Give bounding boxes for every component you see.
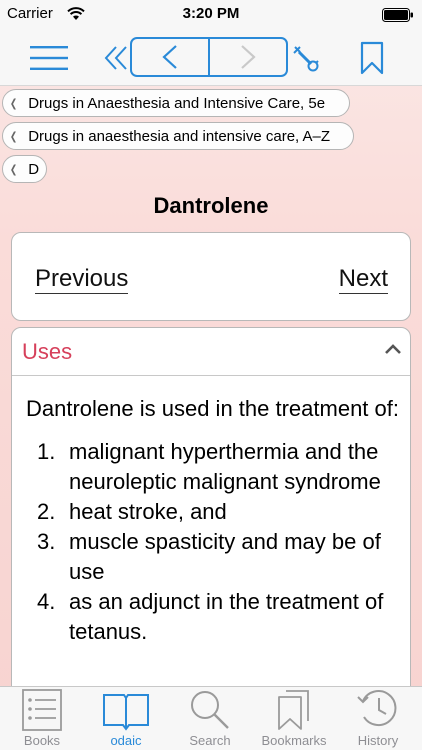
list-item-text: as an adjunct in the treatment of tetanu… [69,589,384,644]
list-number: 3. [37,529,56,554]
tab-bar: Books odaic Search Bookmarks History [0,686,422,750]
rewind-button[interactable] [101,30,131,86]
menu-button[interactable] [26,30,72,86]
list-item: 2. heat stroke, and [26,497,404,527]
breadcrumb-book[interactable]: ❮ Drugs in Anaesthesia and Intensive Car… [2,89,350,117]
hamburger-menu-icon [30,46,68,70]
clock: 3:20 PM [182,5,240,22]
tab-label: odaic [110,733,142,748]
chevron-left-icon: ❮ [9,97,18,110]
breadcrumb-label: Drugs in Anaesthesia and Intensive Care,… [28,94,326,112]
breadcrumb-label: Drugs in anaesthesia and intensive care,… [28,127,331,145]
uses-section: Uses Dantrolene is used in the treatment… [11,327,411,747]
tab-label: Books [23,733,61,748]
pager-card: Previous Next [11,232,411,321]
toolbar [0,30,422,86]
uses-intro-text: Dantrolene is used in the treatment of: [26,396,399,421]
uses-section-header[interactable]: Uses [12,328,410,376]
tab-odaic[interactable]: odaic [84,687,168,750]
section-title: Uses [22,339,73,364]
list-item-text: malignant hyperthermia and the neurolept… [69,439,381,494]
search-icon [191,691,229,729]
wrench-icon [293,46,319,72]
page-title: Dantrolene [153,193,269,218]
next-link[interactable]: Next [338,266,388,294]
forward-button[interactable] [210,39,286,75]
tab-label: Search [189,733,231,748]
list-item: 3. muscle spasticity and may be of use [26,527,404,587]
chevron-up-icon [385,344,401,354]
tab-bookmarks[interactable]: Bookmarks [252,687,336,750]
chevron-right-icon [241,45,256,69]
list-number: 4. [37,589,56,614]
tab-label: Bookmarks [261,733,327,748]
uses-content: Dantrolene is used in the treatment of: … [26,394,404,647]
history-icon [357,690,397,727]
list-number: 2. [37,499,56,524]
chevron-left-icon: ❮ [9,130,18,143]
list-item: 4. as an adjunct in the treatment of teta… [26,587,404,647]
uses-list: 1. malignant hyperthermia and the neurole… [26,437,404,647]
breadcrumb-label: D [28,160,40,178]
tab-books[interactable]: Books [0,687,84,750]
tools-button[interactable] [288,30,322,86]
list-item-text: muscle spasticity and may be of use [69,529,381,584]
list-item: 1. malignant hyperthermia and the neurole… [26,437,404,497]
chevron-left-icon [162,45,177,69]
tab-history[interactable]: History [336,687,420,750]
tab-label: History [357,733,399,748]
double-chevron-left-icon [104,46,127,70]
breadcrumb-letter[interactable]: ❮ D [2,155,47,183]
history-navigation-control [130,37,288,77]
breadcrumb-section[interactable]: ❮ Drugs in anaesthesia and intensive car… [2,122,354,150]
tab-search[interactable]: Search [168,687,252,750]
list-item-text: heat stroke, and [69,499,227,524]
bookmarks-icon [278,690,309,730]
list-number: 1. [37,439,56,464]
chevron-left-icon: ❮ [9,163,18,176]
books-icon [22,689,62,731]
open-book-icon [103,694,149,731]
bookmark-icon [360,41,384,75]
bookmark-button[interactable] [356,30,388,86]
status-bar: Carrier 3:20 PM [0,0,422,30]
battery-icon [382,8,413,22]
back-button[interactable] [132,39,210,75]
previous-link[interactable]: Previous [35,266,129,294]
